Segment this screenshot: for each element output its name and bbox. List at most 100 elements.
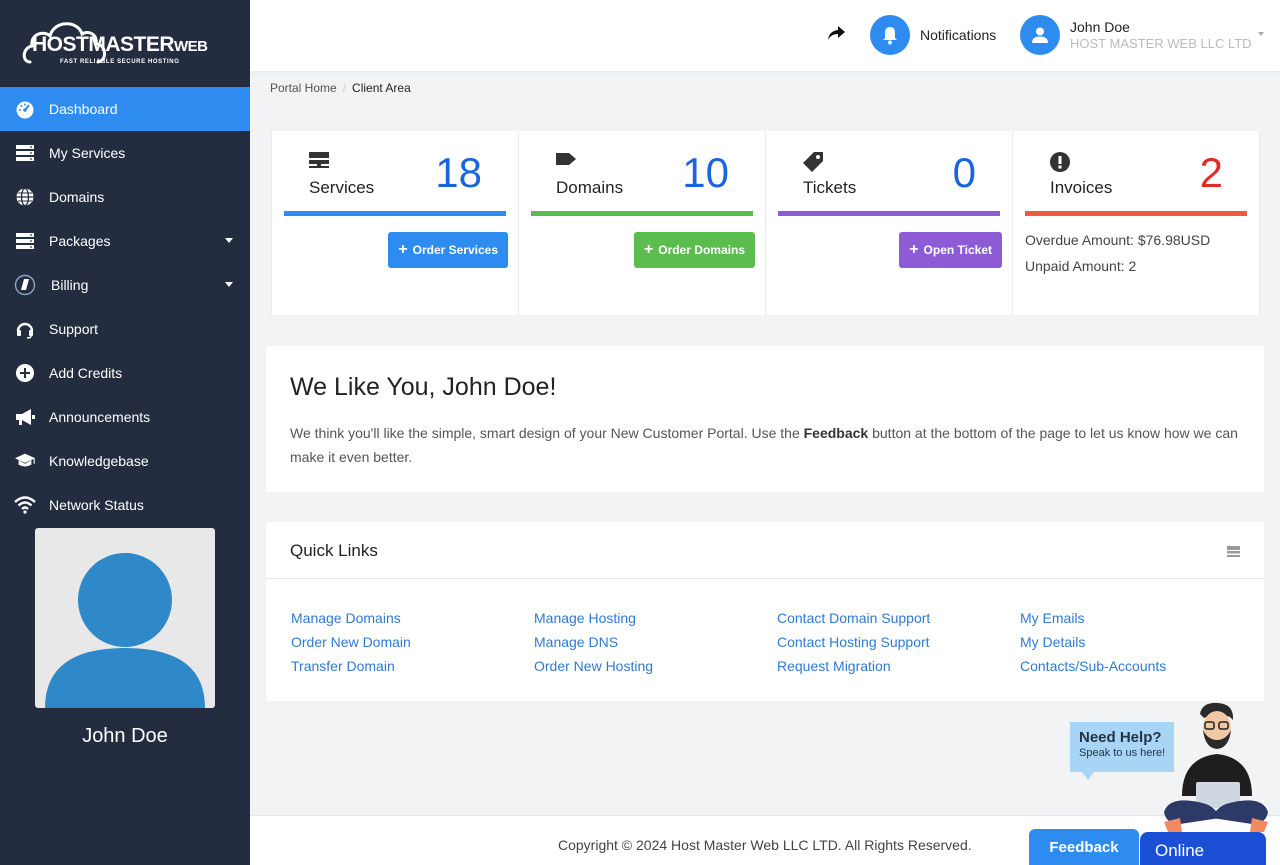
headset-icon (14, 318, 36, 340)
plus-icon: + (398, 241, 408, 258)
feedback-button[interactable]: Feedback (1029, 829, 1139, 865)
open-ticket-button[interactable]: + Open Ticket (899, 232, 1002, 268)
tile-invoices[interactable]: Invoices 2 Overdue Amount: $76.98USD Unp… (1013, 131, 1260, 315)
button-label: Open Ticket (923, 243, 992, 257)
sidebar-item-label: Support (49, 321, 99, 337)
stat-tiles: Services 18 + Order Services Domains 10 +… (271, 131, 1260, 315)
brand-logo[interactable]: HOSTMASTERWEB FAST RELIABLE SECURE HOSTI… (0, 0, 250, 87)
welcome-title: We Like You, John Doe! (290, 373, 557, 401)
sidebar-item-label: Domains (49, 189, 105, 205)
sidebar-item-add-credits[interactable]: Add Credits (0, 351, 250, 395)
chevron-down-icon (225, 282, 233, 287)
tile-count: 0 (952, 149, 976, 196)
sidebar-item-dashboard[interactable]: Dashboard (0, 87, 250, 131)
sidebar-item-announcements[interactable]: Announcements (0, 395, 250, 439)
sidebar-item-knowledgebase[interactable]: Knowledgebase (0, 439, 250, 483)
notifications-label[interactable]: Notifications (920, 27, 996, 43)
plus-circle-icon (14, 362, 36, 384)
sidebar-item-billing[interactable]: Billing (0, 263, 250, 307)
quick-links-column: Manage Domains Order New Domain Transfer… (291, 606, 534, 678)
copyright-text: Copyright © 2024 Host Master Web LLC LTD… (558, 837, 972, 853)
tile-services[interactable]: Services 18 + Order Services (271, 131, 519, 315)
sidebar-item-label: My Services (49, 145, 126, 161)
bell-icon (883, 27, 897, 45)
tile-tickets[interactable]: Tickets 0 + Open Ticket (766, 131, 1013, 315)
link-order-new-domain[interactable]: Order New Domain (291, 630, 534, 654)
plus-icon: + (643, 241, 654, 258)
link-order-new-hosting[interactable]: Order New Hosting (534, 654, 777, 678)
megaphone-icon (14, 406, 36, 428)
sidebar-item-label: Knowledgebase (49, 453, 149, 469)
user-menu-avatar[interactable] (1020, 15, 1060, 55)
welcome-card: We Like You, John Doe! We think you'll l… (266, 346, 1264, 492)
profile-name: John Doe (82, 725, 168, 747)
user-company[interactable]: HOST MASTER WEB LLC LTD (1070, 36, 1252, 51)
sidebar-item-packages[interactable]: Packages (0, 219, 250, 263)
quick-links-column: My Emails My Details Contacts/Sub-Accoun… (1020, 606, 1263, 678)
quick-links-column: Contact Domain Support Contact Hosting S… (777, 606, 1020, 678)
order-services-button[interactable]: + Order Services (388, 232, 508, 268)
unpaid-amount: Unpaid Amount: 2 (1025, 258, 1137, 274)
brand-name: HOSTMASTERWEB (32, 32, 208, 56)
sidebar-item-domains[interactable]: Domains (0, 175, 250, 219)
tile-label: Domains (556, 178, 624, 197)
server-icon (14, 230, 36, 252)
quick-links-header: Quick Links (266, 522, 1264, 579)
link-contact-domain-support[interactable]: Contact Domain Support (777, 606, 1020, 630)
notifications-button[interactable] (870, 15, 910, 55)
online-chat-button[interactable]: Online (1140, 832, 1266, 865)
link-my-emails[interactable]: My Emails (1020, 606, 1263, 630)
tile-domains[interactable]: Domains 10 + Order Domains (519, 131, 766, 315)
user-name[interactable]: John Doe (1070, 19, 1130, 35)
sidebar-item-my-services[interactable]: My Services (0, 131, 250, 175)
share-icon[interactable] (826, 24, 846, 47)
chevron-down-icon[interactable] (1258, 32, 1264, 36)
sidebar-item-label: Packages (49, 233, 111, 249)
sidebar-item-network-status[interactable]: Network Status (0, 483, 250, 527)
breadcrumb-home[interactable]: Portal Home (270, 81, 337, 95)
overdue-amount: Overdue Amount: $76.98USD (1025, 232, 1211, 248)
sidebar-item-support[interactable]: Support (0, 307, 250, 351)
sidebar: HOSTMASTERWEB FAST RELIABLE SECURE HOSTI… (0, 0, 250, 865)
graduation-cap-icon (14, 450, 36, 472)
billing-icon (14, 274, 36, 296)
dashboard-icon (14, 98, 36, 120)
welcome-text-bold: Feedback (803, 425, 869, 441)
server-icon[interactable] (1227, 544, 1240, 562)
breadcrumb-separator: / (342, 81, 347, 95)
brand-tagline: FAST RELIABLE SECURE HOSTING (60, 58, 180, 65)
quick-links-title: Quick Links (290, 541, 378, 560)
breadcrumb-current: Client Area (352, 81, 411, 95)
link-contact-hosting-support[interactable]: Contact Hosting Support (777, 630, 1020, 654)
tile-color-bar (778, 211, 1000, 216)
globe-icon (14, 186, 36, 208)
link-manage-dns[interactable]: Manage DNS (534, 630, 777, 654)
server-icon (14, 142, 36, 164)
link-contacts-sub-accounts[interactable]: Contacts/Sub-Accounts (1020, 654, 1263, 678)
link-manage-domains[interactable]: Manage Domains (291, 606, 534, 630)
sidebar-item-label: Dashboard (49, 101, 118, 117)
button-label: Order Services (412, 243, 498, 257)
chevron-down-icon (225, 238, 233, 243)
need-help-bubble[interactable]: Need Help? Speak to us here! (1070, 722, 1174, 780)
breadcrumb: Portal Home / Client Area (270, 81, 411, 95)
user-avatar-icon (45, 553, 205, 708)
link-manage-hosting[interactable]: Manage Hosting (534, 606, 777, 630)
link-transfer-domain[interactable]: Transfer Domain (291, 654, 534, 678)
quick-links-column: Manage Hosting Manage DNS Order New Host… (534, 606, 777, 678)
order-domains-button[interactable]: + Order Domains (633, 232, 755, 268)
ticket-icon (802, 151, 824, 178)
link-request-migration[interactable]: Request Migration (777, 654, 1020, 678)
link-my-details[interactable]: My Details (1020, 630, 1263, 654)
tag-icon (555, 151, 577, 172)
support-agent-illustration[interactable] (1160, 700, 1272, 835)
welcome-text: We think you'll like the simple, smart d… (290, 421, 1250, 469)
quick-links-grid: Manage Domains Order New Domain Transfer… (291, 606, 1263, 678)
tile-color-bar (284, 211, 506, 216)
welcome-text-part: We think you'll like the simple, smart d… (290, 425, 804, 441)
top-header: Notifications John Doe HOST MASTER WEB L… (250, 0, 1280, 71)
alert-circle-icon (1049, 151, 1071, 178)
sidebar-item-label: Network Status (49, 497, 144, 513)
button-label: Order Domains (658, 243, 745, 257)
tile-label: Invoices (1050, 178, 1113, 197)
